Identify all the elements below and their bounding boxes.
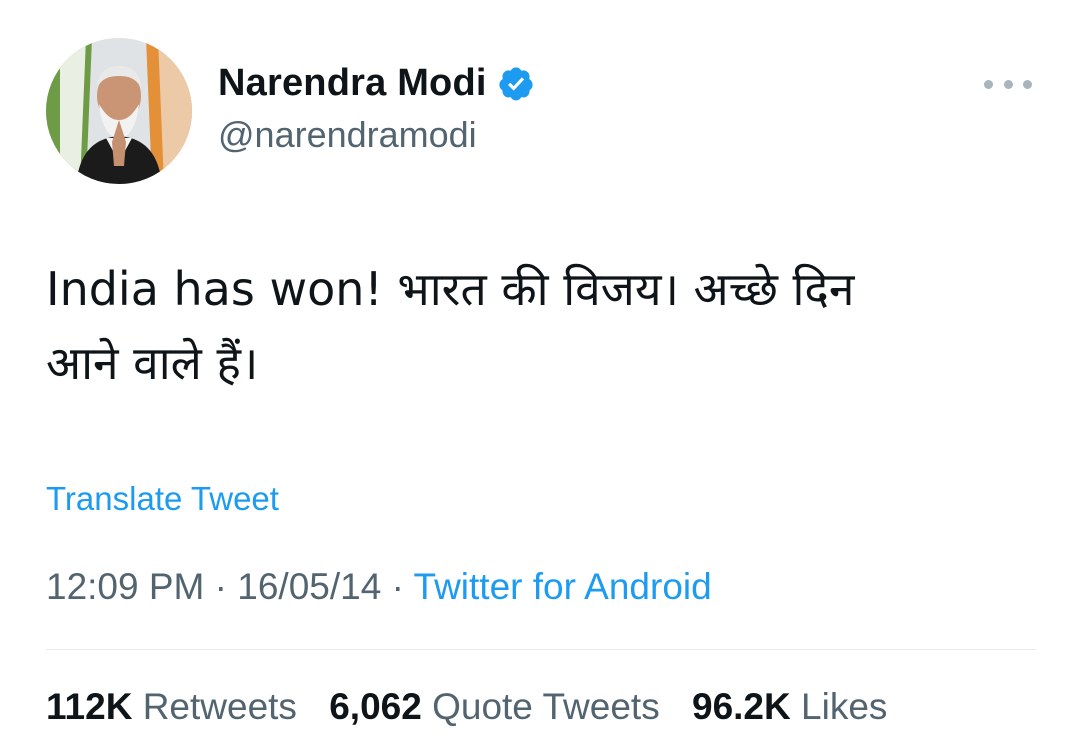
tweet-text: India has won! भारत की विजय। अच्छे दिन आ… <box>46 252 1036 400</box>
tweet-text-line-1: India has won! भारत की विजय। अच्छे दिन <box>46 262 855 316</box>
quote-tweets-count: 6,062 <box>329 686 422 727</box>
more-dot <box>984 79 993 89</box>
quote-tweets-label: Quote Tweets <box>432 686 660 727</box>
translate-tweet-link[interactable]: Translate Tweet <box>46 480 279 518</box>
avatar-photo <box>46 38 192 184</box>
tweet-date[interactable]: 16/05/14 <box>237 566 381 607</box>
more-dot <box>1023 79 1032 89</box>
likes-label: Likes <box>801 686 888 727</box>
author-handle[interactable]: @narendramodi <box>218 114 477 156</box>
quote-tweets-stat[interactable]: 6,062 Quote Tweets <box>329 686 660 727</box>
tweet-source-link[interactable]: Twitter for Android <box>414 566 712 607</box>
divider <box>46 649 1036 650</box>
meta-separator: · <box>381 566 414 607</box>
tweet-text-line-2: आने वाले हैं। <box>46 336 259 390</box>
avatar[interactable] <box>46 38 192 184</box>
retweets-label: Retweets <box>142 686 297 727</box>
verified-badge-icon <box>497 65 535 103</box>
meta-separator: · <box>204 566 238 607</box>
author-name-row[interactable]: Narendra Modi <box>218 62 535 105</box>
likes-stat[interactable]: 96.2K Likes <box>692 686 887 727</box>
retweets-stat[interactable]: 112K Retweets <box>46 686 297 727</box>
more-options-icon[interactable] <box>984 72 1032 96</box>
likes-count: 96.2K <box>692 686 791 727</box>
tweet-meta: 12:09 PM · 16/05/14 · Twitter for Androi… <box>46 566 712 608</box>
retweets-count: 112K <box>46 686 133 727</box>
tweet-time[interactable]: 12:09 PM <box>46 566 204 607</box>
more-dot <box>1003 79 1013 89</box>
tweet-stats: 112K Retweets 6,062 Quote Tweets 96.2K L… <box>46 686 909 728</box>
author-display-name[interactable]: Narendra Modi <box>218 62 487 105</box>
